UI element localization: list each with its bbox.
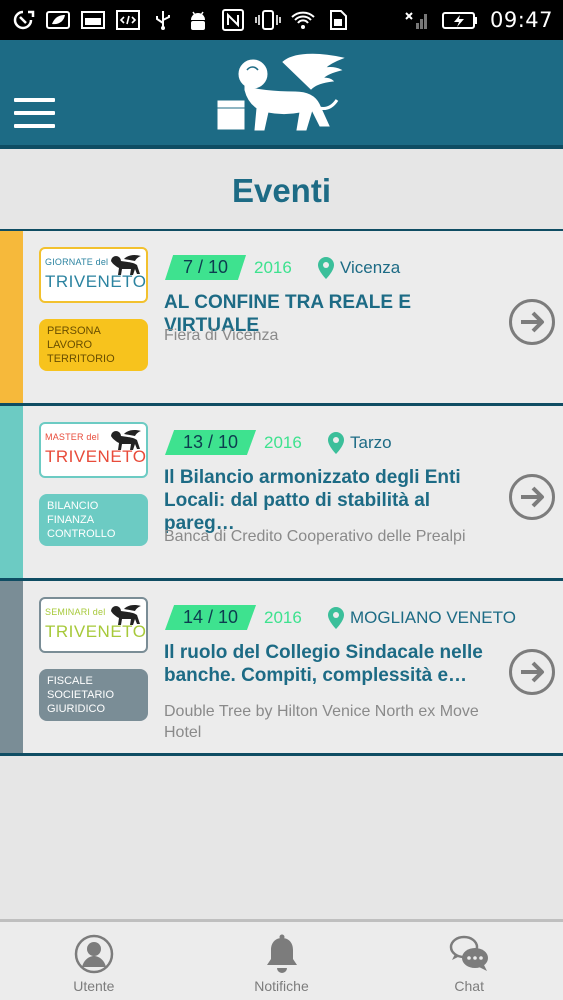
event-category-tag: PERSONA LAVORO TERRITORIO [39, 319, 148, 371]
event-place: MOGLIANO VENETO [328, 607, 516, 629]
nav-item-user[interactable]: Utente [0, 922, 188, 1000]
event-year: 2016 [254, 258, 292, 277]
event-logo-top: GIORNATE del [45, 257, 109, 267]
nav-label-user: Utente [73, 978, 115, 994]
event-place-label: Vicenza [340, 258, 401, 277]
map-pin-icon [318, 257, 334, 279]
event-date-badge: 14 / 10 [165, 605, 257, 630]
event-place-label: Tarzo [350, 433, 392, 452]
leaf-icon [45, 9, 71, 31]
event-title[interactable]: Il ruolo del Collegio Sindacale nelle ba… [164, 641, 500, 687]
lion-logo [216, 53, 345, 131]
event-logo-main: TRIVENETO [45, 447, 147, 466]
hamburger-menu-icon[interactable] [14, 98, 56, 130]
open-event-button[interactable] [509, 299, 555, 345]
wifi-icon [290, 9, 316, 31]
nav-label-chat: Chat [454, 978, 484, 994]
lion-icon [111, 605, 141, 625]
event-logo: MASTER del TRIVENETO [39, 422, 148, 478]
event-logo: SEMINARI del TRIVENETO [39, 597, 148, 653]
app-header [0, 40, 563, 149]
event-place-label: MOGLIANO VENETO [350, 608, 516, 627]
nav-item-notifications[interactable]: Notifiche [188, 922, 376, 1000]
vibrate-icon [255, 9, 281, 31]
event-date-badge: 7 / 10 [165, 255, 247, 280]
battery-charging-icon [441, 9, 478, 31]
event-place: Vicenza [318, 257, 400, 279]
event-card[interactable]: MASTER del TRIVENETO BILANCIO FINANZA CO… [0, 406, 563, 581]
event-category-tag: FISCALE SOCIETARIO GIURIDICO [39, 669, 148, 721]
event-venue: Double Tree by Hilton Venice North ex Mo… [164, 703, 479, 741]
open-event-button[interactable] [509, 649, 555, 695]
lion-icon [111, 430, 141, 450]
event-year: 2016 [264, 608, 302, 627]
sim-icon [325, 9, 351, 31]
bell-icon [266, 934, 297, 973]
event-venue: Fiera di Vicenza [164, 327, 279, 344]
arrow-right-icon [521, 661, 544, 683]
title-bar: Eventi [0, 153, 563, 231]
signal-icon [404, 9, 430, 31]
event-color-strip [0, 581, 23, 753]
nav-item-chat[interactable]: Chat [375, 922, 563, 1000]
code-icon [115, 9, 141, 31]
arrow-right-icon [521, 486, 544, 508]
event-title[interactable]: Il Bilancio armonizzato degli Enti Local… [164, 466, 500, 535]
map-pin-icon [328, 607, 344, 629]
event-logo-main: TRIVENETO [45, 622, 147, 641]
status-time: 09:47 [489, 8, 553, 32]
event-year: 2016 [264, 433, 302, 452]
page-title: Eventi [231, 172, 332, 209]
event-color-strip [0, 406, 23, 578]
event-logo: GIORNATE del TRIVENETO [39, 247, 148, 303]
arrow-right-icon [521, 311, 544, 333]
nav-label-notifications: Notifiche [254, 978, 309, 994]
event-category-tag: BILANCIO FINANZA CONTROLLO [39, 494, 148, 546]
image-icon [80, 9, 106, 31]
nfc-icon [220, 9, 246, 31]
usb-icon [150, 9, 176, 31]
event-logo-main: TRIVENETO [45, 272, 147, 291]
event-place: Tarzo [328, 432, 392, 454]
event-logo-top: MASTER del [45, 432, 100, 442]
chat-icon [449, 935, 489, 971]
user-icon [74, 934, 114, 974]
lion-icon [111, 255, 141, 275]
open-event-button[interactable] [509, 474, 555, 520]
map-pin-icon [328, 432, 344, 454]
android-icon [185, 9, 211, 31]
event-date-badge: 13 / 10 [165, 430, 257, 455]
event-card[interactable]: SEMINARI del TRIVENETO FISCALE SOCIETARI… [0, 581, 563, 756]
sync-icon [10, 9, 36, 31]
bottom-navigation: Utente Notifiche Chat [0, 919, 563, 1000]
status-bar: 09:47 [0, 0, 563, 40]
event-card[interactable]: GIORNATE del TRIVENETO PERSONA LAVORO TE… [0, 231, 563, 406]
event-venue: Banca di Credito Cooperativo delle Preal… [164, 528, 466, 545]
event-logo-top: SEMINARI del [45, 607, 106, 617]
events-list: GIORNATE del TRIVENETO PERSONA LAVORO TE… [0, 231, 563, 756]
event-color-strip [0, 231, 23, 403]
